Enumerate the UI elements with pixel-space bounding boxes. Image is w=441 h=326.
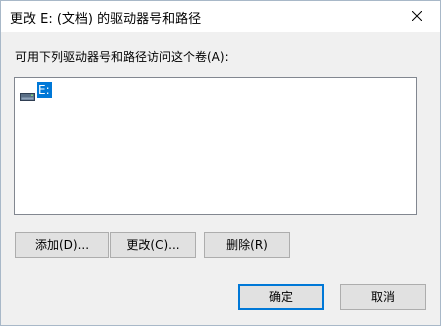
delete-button[interactable]: 删除(R) — [204, 232, 290, 258]
drive-icon — [20, 86, 35, 101]
title-bar[interactable]: 更改 E: (文档) 的驱动器号和路径 — [1, 1, 440, 32]
drive-path-list[interactable]: E: — [14, 77, 417, 215]
dialog-window: 更改 E: (文档) 的驱动器号和路径 可用下列驱动器号和路径访问这个卷(A):… — [0, 0, 441, 326]
drive-list-label: 可用下列驱动器号和路径访问这个卷(A): — [15, 50, 229, 64]
ok-button[interactable]: 确定 — [238, 284, 324, 310]
list-item-label: E: — [37, 82, 52, 98]
close-button[interactable] — [394, 1, 440, 32]
add-button[interactable]: 添加(D)... — [15, 232, 109, 258]
close-icon — [412, 11, 422, 21]
cancel-button[interactable]: 取消 — [340, 284, 426, 310]
list-item[interactable]: E: — [20, 82, 52, 101]
window-title: 更改 E: (文档) 的驱动器号和路径 — [10, 12, 202, 27]
change-button[interactable]: 更改(C)... — [110, 232, 196, 258]
